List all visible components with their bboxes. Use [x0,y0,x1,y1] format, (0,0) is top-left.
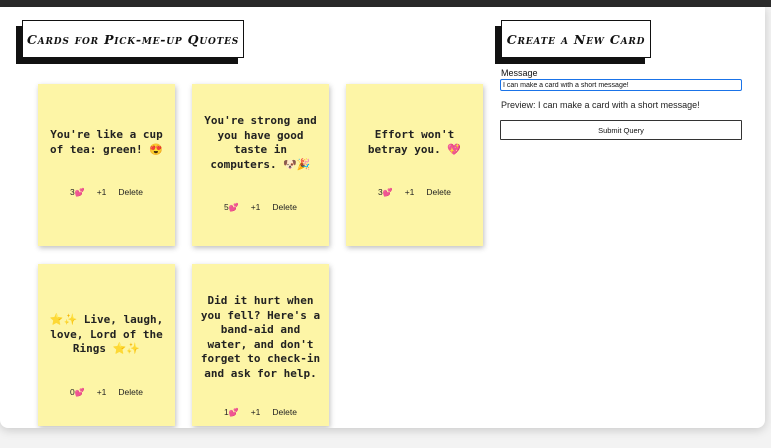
quote-card: Did it hurt when you fell? Here's a band… [192,264,329,426]
like-count: 3💕 [70,187,85,197]
heart-icon: 💕 [382,188,393,197]
create-card-title: Create a New Card [501,20,651,58]
delete-button[interactable]: Delete [118,387,143,397]
plus-one-button[interactable]: +1 [405,187,415,197]
message-label: Message [501,68,538,78]
card-actions: 3💕 +1 Delete [346,187,483,197]
heart-icon: 💕 [74,388,85,397]
submit-button[interactable]: Submit Query [500,120,742,140]
browser-top-bar [0,0,771,7]
message-input[interactable] [500,79,742,91]
delete-button[interactable]: Delete [272,407,297,417]
card-actions: 5💕 +1 Delete [192,202,329,212]
preview-text: Preview: I can make a card with a short … [501,100,700,110]
card-message: Did it hurt when you fell? Here's a band… [200,294,321,380]
quote-card: ⭐✨ Live, laugh, love, Lord of the Rings … [38,264,175,426]
plus-one-button[interactable]: +1 [97,187,107,197]
delete-button[interactable]: Delete [272,202,297,212]
card-actions: 3💕 +1 Delete [38,187,175,197]
card-message: You're strong and you have good taste in… [204,114,317,171]
card-message: ⭐✨ Live, laugh, love, Lord of the Rings … [49,313,164,355]
delete-button[interactable]: Delete [426,187,451,197]
like-count: 1💕 [224,407,239,417]
delete-button[interactable]: Delete [118,187,143,197]
heart-icon: 💕 [74,188,85,197]
card-actions: 0💕 +1 Delete [38,387,175,397]
quote-card: You're like a cup of tea: green! 😍 3💕 +1… [38,84,175,246]
card-actions: 1💕 +1 Delete [192,407,329,417]
heart-icon: 💕 [228,408,239,417]
page-viewport: Cards for Pick-me-up Quotes Create a New… [0,7,765,428]
plus-one-button[interactable]: +1 [97,387,107,397]
plus-one-button[interactable]: +1 [251,407,261,417]
quote-card: Effort won't betray you. 💖 3💕 +1 Delete [346,84,483,246]
plus-one-button[interactable]: +1 [251,202,261,212]
like-count: 3💕 [378,187,393,197]
like-count: 5💕 [224,202,239,212]
like-count: 0💕 [70,387,85,397]
card-message: Effort won't betray you. 💖 [367,128,462,156]
heart-icon: 💕 [228,203,239,212]
card-message: You're like a cup of tea: green! 😍 [49,128,164,156]
quote-card: You're strong and you have good taste in… [192,84,329,246]
cards-section-title: Cards for Pick-me-up Quotes [22,20,244,58]
